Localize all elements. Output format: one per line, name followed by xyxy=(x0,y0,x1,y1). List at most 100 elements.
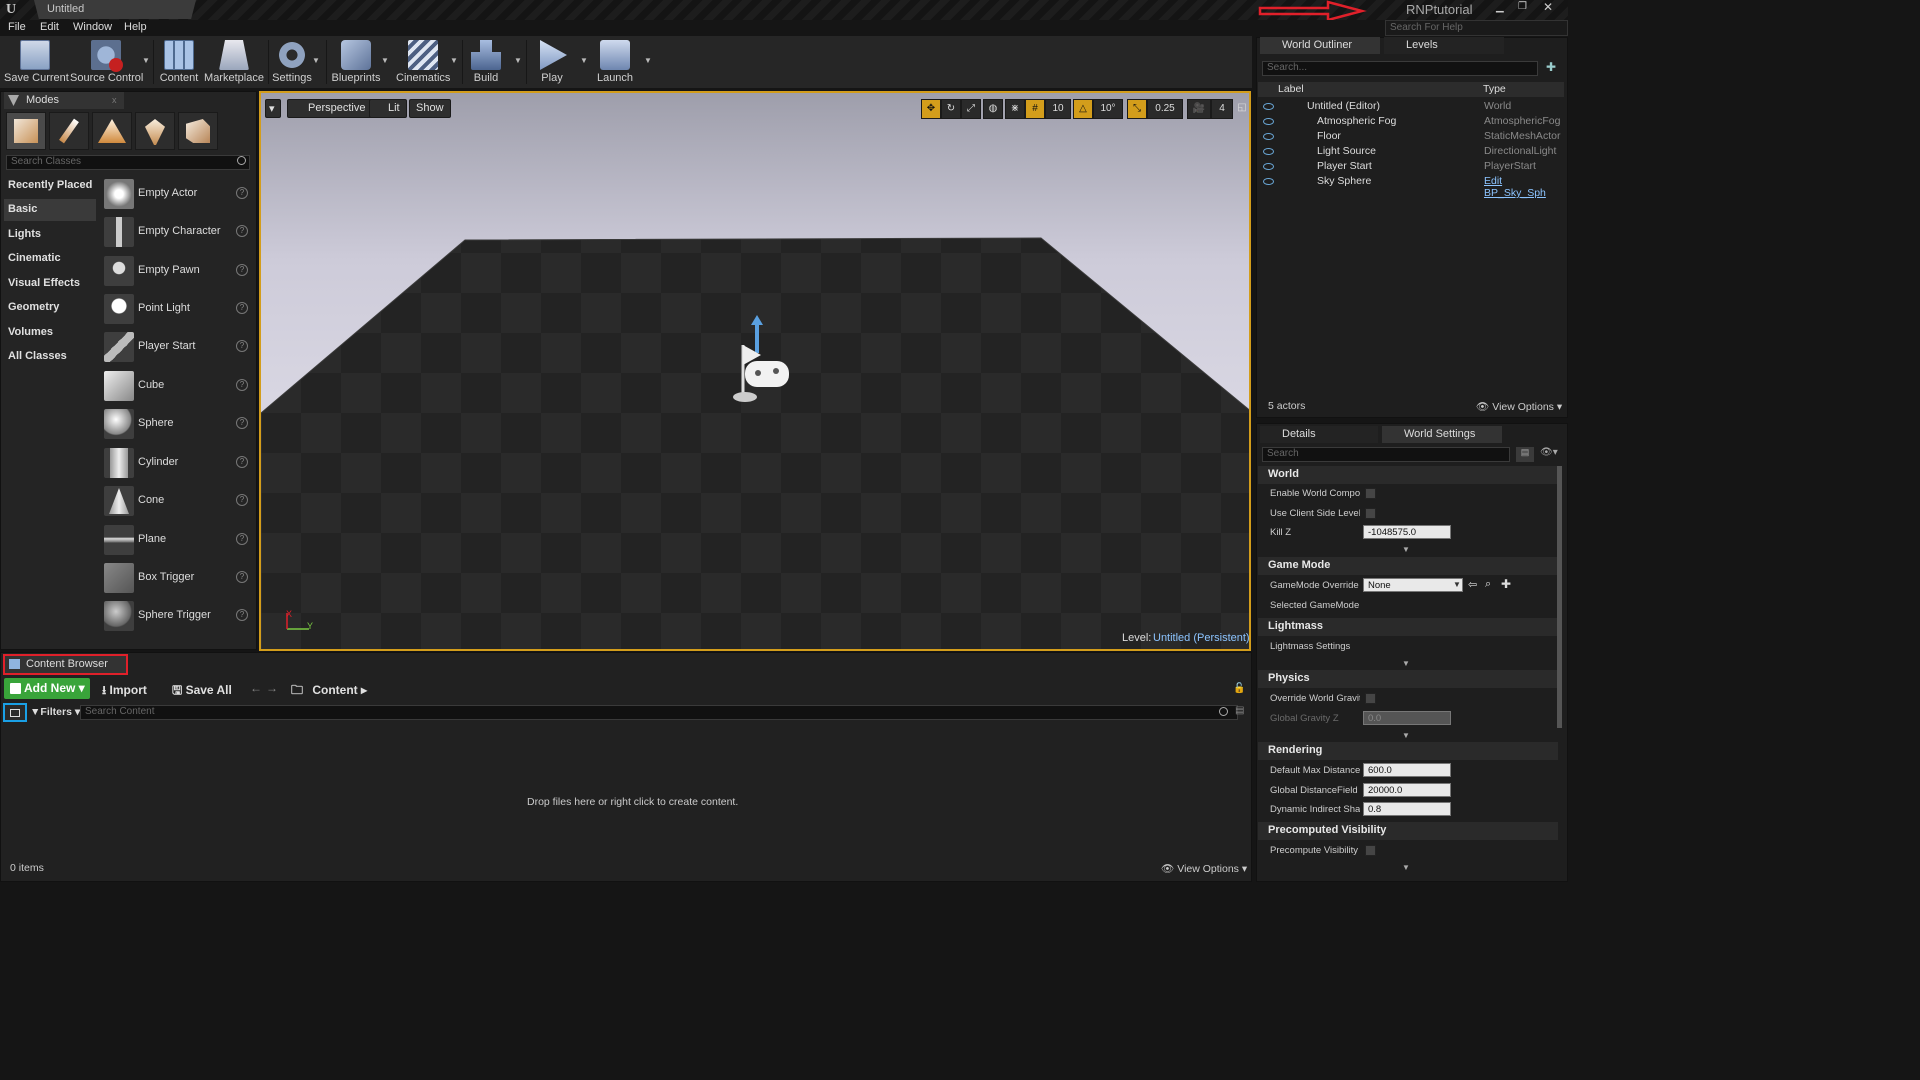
document-tab[interactable]: Untitled xyxy=(34,0,196,19)
kill-z-field[interactable]: -1048575.0 xyxy=(1363,525,1451,539)
precompute-visibility-checkbox[interactable] xyxy=(1365,845,1376,856)
category-cinematic[interactable]: Cinematic xyxy=(4,248,96,270)
chevron-down-icon[interactable]: ▼ xyxy=(142,56,150,65)
expand-arrow-icon[interactable]: ▼ xyxy=(1402,545,1410,554)
list-item[interactable]: Cube? xyxy=(102,369,252,403)
world-local-toggle[interactable]: ◍ xyxy=(983,99,1003,119)
viewport-options-button[interactable]: ▾ xyxy=(265,99,281,118)
content-button[interactable]: Content xyxy=(158,36,200,88)
prop-lightmass-settings[interactable]: Lightmass Settings xyxy=(1270,641,1360,652)
level-viewport[interactable]: ▾ Perspective Lit Show ✥ ↻ ⤢ ◍ ⋇ # 10 △ … xyxy=(259,91,1251,651)
category-geometry[interactable]: Geometry xyxy=(4,297,96,319)
chevron-down-icon[interactable]: ▼ xyxy=(450,56,458,65)
lock-icon[interactable]: 🔓 xyxy=(1233,683,1245,694)
save-all-button[interactable]: 🖫 Save All xyxy=(172,681,232,702)
expand-arrow-icon[interactable]: ▼ xyxy=(1402,659,1410,668)
table-row[interactable]: Light Source DirectionalLight xyxy=(1260,144,1566,159)
surface-snap-toggle[interactable]: ⋇ xyxy=(1005,99,1025,119)
rotation-snap-toggle[interactable]: △ xyxy=(1073,99,1093,119)
visibility-eye-icon[interactable] xyxy=(1263,133,1274,140)
maximize-viewport-button[interactable]: ◱ xyxy=(1235,99,1249,119)
chevron-down-icon[interactable]: ▼ xyxy=(312,56,320,65)
tab-modes[interactable]: Modes xyxy=(4,92,124,109)
help-icon[interactable]: ? xyxy=(236,302,248,314)
use-client-side-level-checkbox[interactable] xyxy=(1365,508,1376,519)
category-basic[interactable]: Basic xyxy=(4,199,96,221)
prop-selected-gamemode[interactable]: Selected GameMode xyxy=(1270,600,1360,611)
list-item[interactable]: Cylinder? xyxy=(102,446,252,480)
chevron-down-icon[interactable]: ▼ xyxy=(381,56,389,65)
global-distance-field-input[interactable]: 20000.0 xyxy=(1363,783,1451,797)
list-item[interactable]: Box Trigger? xyxy=(102,561,252,595)
launch-button[interactable]: Launch xyxy=(594,36,636,88)
outliner-view-options-button[interactable]: 👁 View Options ▾ xyxy=(1476,400,1562,413)
property-matrix-icon[interactable]: ▤ xyxy=(1516,447,1534,462)
filters-button[interactable]: ▼Filters ▾ xyxy=(30,706,80,718)
table-row[interactable]: Untitled (Editor) World xyxy=(1260,99,1566,114)
sources-toggle-icon[interactable] xyxy=(3,703,27,722)
translate-tool-button[interactable]: ✥ xyxy=(921,99,941,119)
add-icon[interactable]: ✚ xyxy=(1501,577,1511,591)
column-type[interactable]: Type xyxy=(1483,83,1506,95)
edit-blueprint-link[interactable]: Edit BP_Sky_Sph xyxy=(1484,175,1566,199)
visibility-eye-icon[interactable] xyxy=(1263,163,1274,170)
use-selected-arrow-icon[interactable]: ⇦ xyxy=(1468,578,1477,591)
list-item[interactable]: Empty Character? xyxy=(102,215,252,249)
perspective-button[interactable]: Perspective xyxy=(287,99,373,118)
chevron-down-icon[interactable]: ▼ xyxy=(580,56,588,65)
tab-world-settings[interactable]: World Settings xyxy=(1382,426,1502,443)
details-search-input[interactable]: Search xyxy=(1262,447,1510,462)
section-lightmass[interactable]: Lightmass xyxy=(1258,618,1558,636)
save-search-icon[interactable]: ▤ xyxy=(1235,705,1244,716)
expand-arrow-icon[interactable]: ▼ xyxy=(1402,731,1410,740)
geometry-mode-button[interactable] xyxy=(178,112,218,150)
list-item[interactable]: Player Start? xyxy=(102,330,252,364)
section-precomputed-visibility[interactable]: Precomputed Visibility xyxy=(1258,822,1558,840)
breadcrumb[interactable]: 🗀 Content ▸ xyxy=(291,681,367,702)
menu-help[interactable]: Help xyxy=(124,21,147,33)
help-icon[interactable]: ? xyxy=(236,456,248,468)
table-row[interactable]: Floor StaticMeshActor xyxy=(1260,129,1566,144)
paint-mode-button[interactable] xyxy=(49,112,89,150)
table-row[interactable]: Player Start PlayerStart xyxy=(1260,159,1566,174)
camera-speed-icon[interactable]: 🎥 xyxy=(1187,99,1211,119)
cinematics-button[interactable]: Cinematics xyxy=(396,36,450,88)
tab-details[interactable]: Details xyxy=(1260,426,1378,443)
section-rendering[interactable]: Rendering xyxy=(1258,742,1558,760)
rotation-snap-value[interactable]: 10° xyxy=(1093,99,1123,119)
list-item[interactable]: Cone? xyxy=(102,484,252,518)
scale-snap-value[interactable]: 0.25 xyxy=(1147,99,1183,119)
marketplace-button[interactable]: Marketplace xyxy=(204,36,264,88)
list-item[interactable]: Sphere Trigger? xyxy=(102,599,252,633)
column-label[interactable]: Label xyxy=(1278,83,1304,95)
foliage-mode-button[interactable] xyxy=(135,112,175,150)
add-actor-icon[interactable]: ✚ xyxy=(1546,60,1556,74)
camera-speed-value[interactable]: 4 xyxy=(1211,99,1233,119)
category-all-classes[interactable]: All Classes xyxy=(4,346,96,368)
place-mode-button[interactable] xyxy=(6,112,46,150)
help-icon[interactable]: ? xyxy=(236,609,248,621)
help-icon[interactable]: ? xyxy=(236,264,248,276)
gamemode-override-dropdown[interactable]: None xyxy=(1363,578,1463,592)
import-button[interactable]: ⭳ Import xyxy=(102,681,147,702)
table-row[interactable]: Atmospheric Fog AtmosphericFog xyxy=(1260,114,1566,129)
unreal-logo-icon[interactable]: U xyxy=(6,2,22,18)
visibility-filter-icon[interactable]: 👁▾ xyxy=(1540,447,1558,458)
search-content-input[interactable]: Search Content xyxy=(80,705,1238,720)
help-icon[interactable]: ? xyxy=(236,379,248,391)
category-recently-placed[interactable]: Recently Placed xyxy=(4,175,96,197)
help-search-input[interactable]: Search For Help xyxy=(1385,20,1568,36)
source-control-button[interactable]: Source Control xyxy=(70,36,143,88)
scale-tool-button[interactable]: ⤢ xyxy=(961,99,981,119)
list-item[interactable]: Empty Actor? xyxy=(102,177,252,211)
back-arrow-icon[interactable]: ← xyxy=(250,681,262,695)
chevron-down-icon[interactable]: ▼ xyxy=(644,56,652,65)
play-button[interactable]: Play xyxy=(530,36,574,88)
help-icon[interactable]: ? xyxy=(236,533,248,545)
list-item[interactable]: Sphere? xyxy=(102,407,252,441)
global-gravity-z-field[interactable]: 0.0 xyxy=(1363,711,1451,725)
player-start-gizmo[interactable] xyxy=(723,315,793,405)
grid-snap-value[interactable]: 10 xyxy=(1045,99,1071,119)
settings-button[interactable]: Settings xyxy=(272,36,312,88)
tab-content-browser[interactable]: Content Browser xyxy=(3,654,128,675)
